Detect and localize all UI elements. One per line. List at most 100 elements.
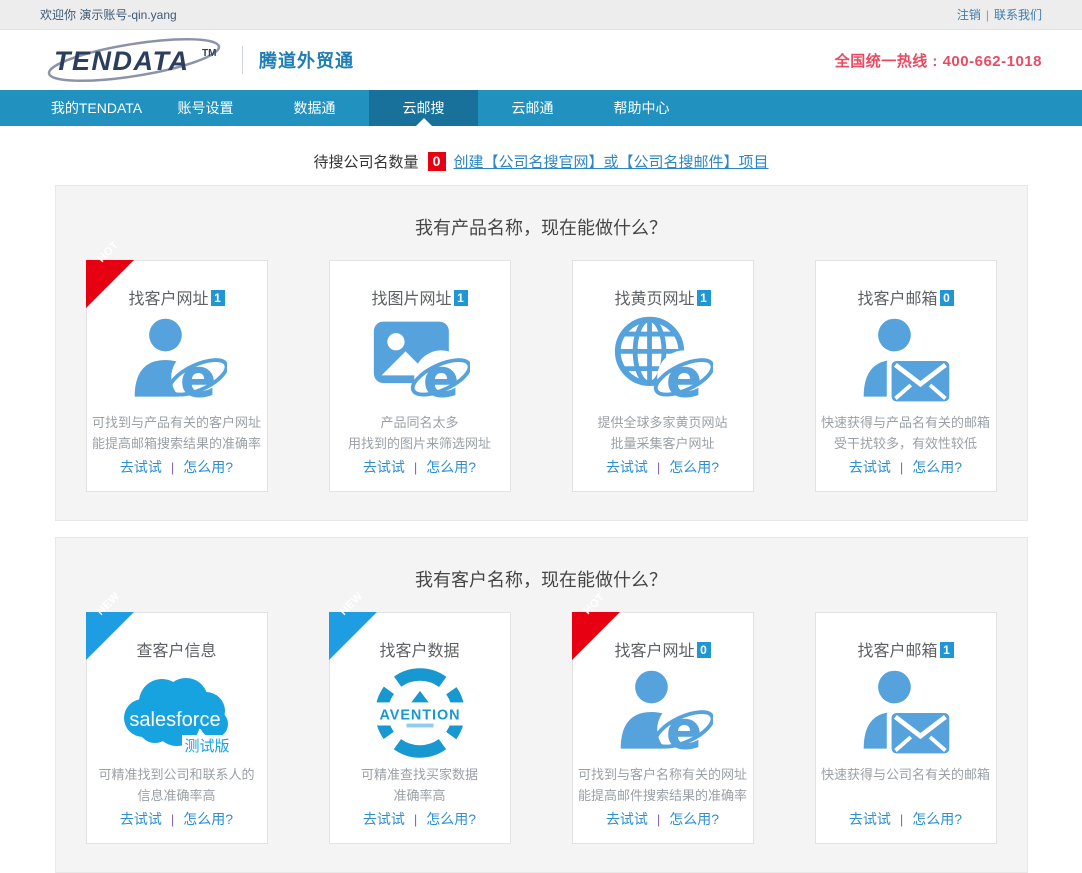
try-it-link[interactable]: 去试试 xyxy=(363,811,405,827)
card-find-customer-data: NEW 找客户数据 AVENTION 可精准查找买家数据 准确率高 去试试|怎么… xyxy=(329,612,511,844)
svg-text:e: e xyxy=(422,346,459,407)
card-desc-line2: 受干扰较多，有效性较低 xyxy=(821,433,990,454)
section-title: 我有客户名称，现在能做什么？ xyxy=(86,566,997,592)
count-badge: 1 xyxy=(454,290,468,306)
topbar-separator: | xyxy=(986,8,989,22)
contact-us-link[interactable]: 联系我们 xyxy=(994,8,1042,22)
section-title: 我有产品名称，现在能做什么？ xyxy=(86,214,997,240)
card-title: 找客户邮箱 xyxy=(857,291,937,308)
how-to-use-link[interactable]: 怎么用? xyxy=(426,459,476,475)
product-name: 腾道外贸通 xyxy=(259,47,354,73)
card-title: 找图片网址 xyxy=(371,291,451,308)
card-desc-line1: 可精准找到公司和联系人的 xyxy=(98,764,254,785)
nav-item-cloud-mail-search[interactable]: 云邮搜 xyxy=(369,90,478,126)
hot-ribbon: HOT xyxy=(86,260,134,308)
avention-logo-text: AVENTION xyxy=(379,707,460,723)
try-it-link[interactable]: 去试试 xyxy=(363,459,405,475)
create-project-link[interactable]: 创建【公司名搜官网】或【公司名搜邮件】项目 xyxy=(454,151,769,172)
card-find-customer-website: HOT 找客户网址1 e 可找到与产品有关的客户网址 能提高邮箱搜索结果的准确率… xyxy=(86,260,268,492)
link-separator: | xyxy=(171,460,174,475)
salesforce-trial-label: 测试版 xyxy=(184,738,229,755)
person-mail-icon xyxy=(824,309,988,412)
new-ribbon: NEW xyxy=(86,612,134,660)
svg-text:e: e xyxy=(179,346,216,407)
avention-icon: AVENTION xyxy=(338,661,502,764)
how-to-use-link[interactable]: 怎么用? xyxy=(669,459,719,475)
count-badge: 1 xyxy=(697,290,711,306)
top-utility-bar: 欢迎你 演示账号-qin.yang 注销 | 联系我们 xyxy=(0,0,1082,30)
try-it-link[interactable]: 去试试 xyxy=(606,459,648,475)
card-desc-line1: 可找到与产品有关的客户网址 xyxy=(92,412,261,433)
svg-text:e: e xyxy=(665,346,702,407)
card-desc-line2: 批量采集客户网址 xyxy=(597,433,727,454)
count-badge: 1 xyxy=(940,642,954,658)
logo-text: TENDATA xyxy=(54,46,189,76)
header: TENDATA TM 腾道外贸通 全国统一热线 : 400-662-1018 xyxy=(0,30,1082,90)
card-title: 找客户网址 xyxy=(128,291,208,308)
card-desc-line1: 提供全球多家黄页网站 xyxy=(597,412,727,433)
card-desc-line1: 快速获得与公司名有关的邮箱 xyxy=(821,764,990,785)
how-to-use-link[interactable]: 怎么用? xyxy=(669,811,719,827)
card-desc-line1: 快速获得与产品名有关的邮箱 xyxy=(821,412,990,433)
logout-link[interactable]: 注销 xyxy=(957,8,981,22)
card-find-image-website: 找图片网址1 e 产品同名太多 用找到的图片来筛选网址 去试试 | 怎么用? xyxy=(329,260,511,492)
logo-tm: TM xyxy=(202,48,216,59)
card-find-yellowpage-website: 找黄页网址1 e 提供全球多家黄页网站 批量采集客户网址 xyxy=(572,260,754,492)
pending-company-banner: 待搜公司名数量 0 创建【公司名搜官网】或【公司名搜邮件】项目 xyxy=(0,151,1082,172)
nav-item-help-center[interactable]: 帮助中心 xyxy=(587,90,696,126)
card-title: 找客户数据 xyxy=(379,643,459,660)
try-it-link[interactable]: 去试试 xyxy=(849,811,891,827)
try-it-link[interactable]: 去试试 xyxy=(120,811,162,827)
link-separator: | xyxy=(900,460,903,475)
globe-browser-icon: e xyxy=(581,309,745,412)
card-check-customer-info: NEW 查客户信息 salesforce 测试版 可精准找到公司和联系人的 xyxy=(86,612,268,844)
pending-count-badge: 0 xyxy=(428,152,446,171)
how-to-use-link[interactable]: 怎么用? xyxy=(183,459,233,475)
card-title: 找客户邮箱 xyxy=(857,643,937,660)
how-to-use-link[interactable]: 怎么用? xyxy=(426,811,476,827)
how-to-use-link[interactable]: 怎么用? xyxy=(183,811,233,827)
hotline-text: 全国统一热线 : 400-662-1018 xyxy=(835,50,1042,71)
salesforce-logo-text: salesforce xyxy=(129,709,220,731)
card-title: 找黄页网址 xyxy=(614,291,694,308)
brand-divider xyxy=(242,46,243,74)
card-desc-line2: 能提高邮箱搜索结果的准确率 xyxy=(92,433,261,454)
link-separator: | xyxy=(657,460,660,475)
card-desc-line2 xyxy=(821,785,990,806)
card-desc-line1: 可找到与客户名称有关的网址 xyxy=(578,764,747,785)
card-desc-line2: 能提高邮件搜索结果的准确率 xyxy=(578,785,747,806)
how-to-use-link[interactable]: 怎么用? xyxy=(912,459,962,475)
main-nav: 我的TENDATA 账号设置 数据通 云邮搜 云邮通 帮助中心 xyxy=(0,90,1082,126)
svg-text:e: e xyxy=(665,698,702,759)
hot-ribbon: HOT xyxy=(572,612,620,660)
nav-item-data-pass[interactable]: 数据通 xyxy=(260,90,369,126)
card-desc-line2: 准确率高 xyxy=(361,785,478,806)
card-desc-line1: 产品同名太多 xyxy=(348,412,491,433)
card-title: 找客户网址 xyxy=(614,643,694,660)
count-badge: 1 xyxy=(211,290,225,306)
nav-item-my-tendata[interactable]: 我的TENDATA xyxy=(42,90,151,126)
card-desc-line2: 用找到的图片来筛选网址 xyxy=(348,433,491,454)
try-it-link[interactable]: 去试试 xyxy=(849,459,891,475)
new-ribbon: NEW xyxy=(329,612,377,660)
section-product-name: 我有产品名称，现在能做什么？ HOT 找客户网址1 e 可找到与产品有关的客户网… xyxy=(55,185,1028,521)
link-separator: | xyxy=(414,460,417,475)
try-it-link[interactable]: 去试试 xyxy=(120,459,162,475)
count-badge: 0 xyxy=(940,290,954,306)
person-mail-icon xyxy=(824,661,988,764)
link-separator: | xyxy=(171,812,174,827)
pending-count-label: 待搜公司名数量 xyxy=(313,151,418,172)
card-find-customer-email: 找客户邮箱1 快速获得与公司名有关的邮箱 去试试 | 怎么用? xyxy=(815,612,997,844)
try-it-link[interactable]: 去试试 xyxy=(606,811,648,827)
count-badge: 0 xyxy=(697,642,711,658)
salesforce-icon: salesforce 测试版 xyxy=(95,661,259,764)
nav-item-cloud-mail-pass[interactable]: 云邮通 xyxy=(478,90,587,126)
nav-item-account-settings[interactable]: 账号设置 xyxy=(151,90,260,126)
how-to-use-link[interactable]: 怎么用? xyxy=(912,811,962,827)
link-separator: | xyxy=(414,812,417,827)
link-separator: | xyxy=(657,812,660,827)
link-separator: | xyxy=(900,812,903,827)
card-title: 查客户信息 xyxy=(136,643,216,660)
tendata-logo: TENDATA TM xyxy=(44,36,230,84)
welcome-text: 欢迎你 演示账号-qin.yang xyxy=(40,6,177,23)
